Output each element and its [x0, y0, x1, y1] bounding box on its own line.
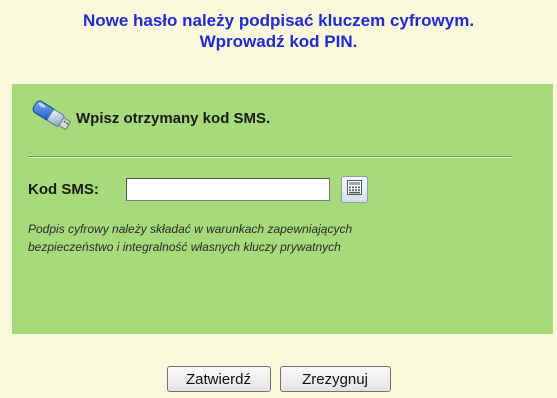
virtual-keyboard-button[interactable] [341, 176, 368, 203]
cancel-button[interactable]: Zrezygnuj [279, 366, 391, 392]
note-line-1: Podpis cyfrowy należy składać w warunkac… [28, 222, 353, 236]
usb-key-icon [26, 97, 74, 133]
panel-title: Wpisz otrzymany kod SMS. [76, 109, 271, 127]
virtual-keyboard-icon [347, 179, 362, 200]
page-heading: Nowe hasło należy podpisać kluczem cyfro… [0, 10, 557, 52]
sms-panel: Wpisz otrzymany kod SMS. Kod SMS: Podpis… [12, 84, 553, 334]
sms-code-input[interactable] [126, 178, 330, 201]
sms-row: Kod SMS: [28, 176, 368, 203]
heading-line-1: Nowe hasło należy podpisać kluczem cyfro… [82, 11, 475, 30]
note-line-2: bezpieczeństwo i integralność własnych k… [28, 240, 341, 254]
sms-label: Kod SMS: [28, 181, 99, 198]
action-buttons: Zatwierdź Zrezygnuj [0, 366, 557, 392]
security-note: Podpis cyfrowy należy składać w warunkac… [28, 220, 498, 256]
panel-header: Wpisz otrzymany kod SMS. [26, 97, 270, 133]
confirm-button[interactable]: Zatwierdź [166, 366, 271, 392]
heading-line-2: Wprowadź kod PIN. [199, 32, 358, 51]
divider [28, 156, 512, 158]
